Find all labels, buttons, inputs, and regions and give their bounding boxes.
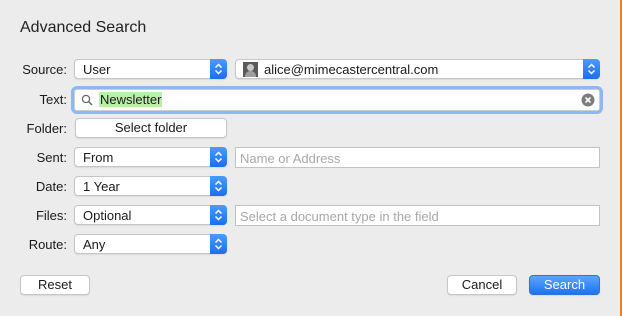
user-avatar-icon xyxy=(243,62,258,77)
reset-button[interactable]: Reset xyxy=(20,275,90,295)
document-type-placeholder: Select a document type in the field xyxy=(240,209,439,224)
route-label: Route: xyxy=(28,237,67,252)
chevron-up-down-icon xyxy=(210,234,227,254)
source-account-value: alice@mimecastercentral.com xyxy=(264,62,439,77)
chevron-up-down-icon xyxy=(210,176,227,196)
name-or-address-placeholder: Name or Address xyxy=(240,151,341,166)
search-text-value[interactable]: Newsletter xyxy=(99,92,163,107)
files-select[interactable]: Optional xyxy=(74,205,227,225)
date-label: Date: xyxy=(35,179,67,194)
folder-label: Folder: xyxy=(26,121,67,136)
text-label: Text: xyxy=(39,92,67,107)
source-type-value: User xyxy=(83,62,111,77)
name-or-address-input[interactable]: Name or Address xyxy=(235,147,600,168)
cancel-button[interactable]: Cancel xyxy=(447,275,517,295)
chevron-up-down-icon xyxy=(583,59,600,79)
route-select[interactable]: Any xyxy=(74,234,227,254)
text-search-field[interactable]: Newsletter xyxy=(74,89,600,111)
files-value: Optional xyxy=(83,208,132,223)
source-account-select[interactable]: alice@mimecastercentral.com xyxy=(235,59,600,79)
sent-direction-select[interactable]: From xyxy=(74,147,227,167)
files-label: Files: xyxy=(35,208,67,223)
sent-label: Sent: xyxy=(36,150,67,165)
search-button[interactable]: Search xyxy=(529,275,600,295)
magnifier-icon xyxy=(81,94,93,109)
dialog-title: Advanced Search xyxy=(20,19,147,36)
route-value: Any xyxy=(83,237,106,252)
date-range-value: 1 Year xyxy=(83,179,120,194)
source-label: Source: xyxy=(22,62,67,77)
date-range-select[interactable]: 1 Year xyxy=(74,176,227,196)
clear-x-icon[interactable] xyxy=(581,93,595,110)
chevron-up-down-icon xyxy=(210,59,227,79)
source-type-select[interactable]: User xyxy=(74,59,227,79)
chevron-up-down-icon xyxy=(210,205,227,225)
document-type-input[interactable]: Select a document type in the field xyxy=(235,205,600,226)
select-folder-button[interactable]: Select folder xyxy=(75,118,227,138)
sent-direction-value: From xyxy=(83,150,114,165)
chevron-up-down-icon xyxy=(210,147,227,167)
